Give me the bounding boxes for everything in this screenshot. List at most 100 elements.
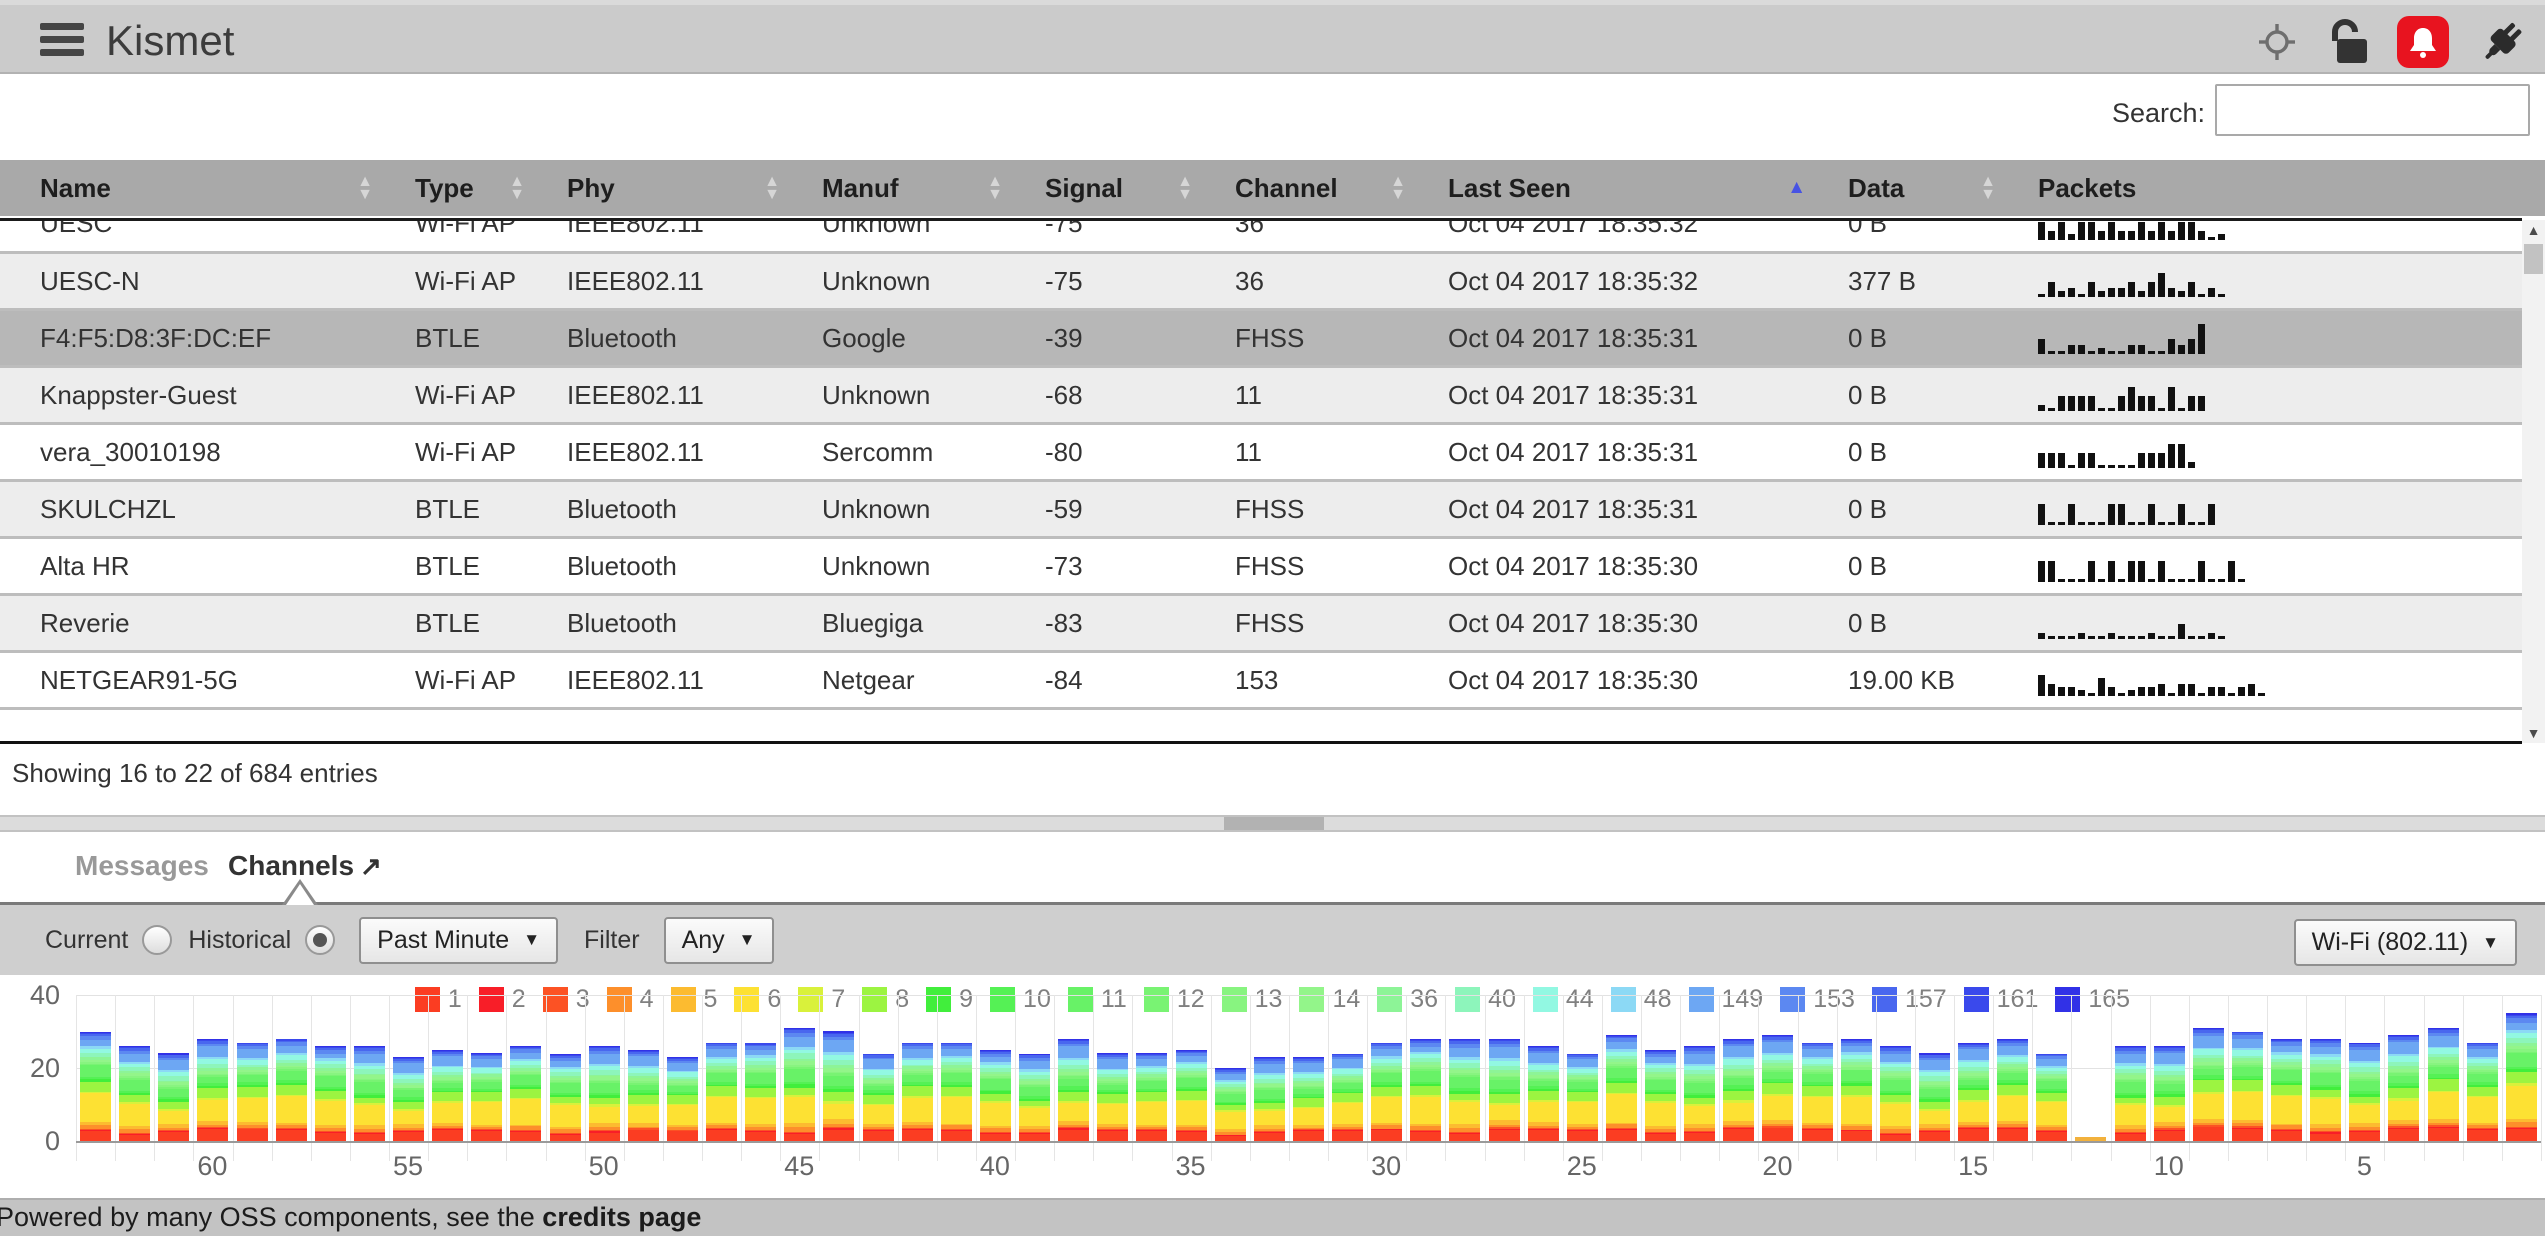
expand-icon[interactable]: ↗ (360, 851, 382, 881)
device-row-uesc-n[interactable]: UESC-NWi-Fi APIEEE802.11Unknown-7536Oct … (0, 254, 2522, 311)
stacked-bar-50s[interactable] (589, 1046, 620, 1141)
stacked-bar-60s[interactable] (197, 1039, 228, 1141)
stacked-bar-31s[interactable] (1332, 1054, 1363, 1141)
stacked-bar-54s[interactable] (432, 1050, 463, 1141)
time-range-select[interactable]: Past Minute▼ (359, 917, 558, 964)
device-row-f4-f5-d8-3f-dc-ef[interactable]: F4:F5:D8:3F:DC:EFBTLEBluetoothGoogle-39F… (0, 311, 2522, 368)
sort-icon[interactable]: ▲▼ (1177, 175, 1193, 201)
column-header-signal[interactable]: Signal▲▼ (1045, 173, 1235, 204)
stacked-bar-11s[interactable] (2115, 1046, 2146, 1141)
stacked-bar-33s[interactable] (1254, 1057, 1285, 1141)
stacked-bar-21s[interactable] (1723, 1039, 1754, 1141)
stacked-bar-29s[interactable] (1410, 1039, 1441, 1141)
scroll-down-icon[interactable]: ▼ (2522, 725, 2545, 741)
sort-icon[interactable]: ▲▼ (764, 175, 780, 201)
stacked-bar-61s[interactable] (158, 1053, 189, 1141)
stacked-bar-2s[interactable] (2467, 1043, 2498, 1141)
stacked-bar-14s[interactable] (1997, 1039, 2028, 1141)
stacked-bar-48s[interactable] (667, 1057, 698, 1141)
stacked-bar-17s[interactable] (1880, 1046, 1911, 1141)
stacked-bar-7s[interactable] (2271, 1039, 2302, 1141)
device-row-skulchzl[interactable]: SKULCHZLBTLEBluetoothUnknown-59FHSSOct 0… (0, 482, 2522, 539)
stacked-bar-27s[interactable] (1489, 1039, 1520, 1141)
stacked-bar-63s[interactable] (80, 1032, 111, 1141)
stacked-bar-4s[interactable] (2388, 1035, 2419, 1141)
stacked-bar-55s[interactable] (393, 1057, 424, 1141)
stacked-bar-51s[interactable] (550, 1054, 581, 1141)
device-row-uesc[interactable]: UESCWi-Fi APIEEE802.11Unknown-7536Oct 04… (0, 221, 2522, 254)
sort-icon[interactable]: ▲▼ (987, 175, 1003, 201)
stacked-bar-22s[interactable] (1684, 1046, 1715, 1141)
sort-icon[interactable]: ▲▼ (1980, 175, 1996, 201)
stacked-bar-5s[interactable] (2349, 1043, 2380, 1141)
stacked-bar-44s[interactable] (823, 1031, 854, 1141)
sort-icon[interactable]: ▲▼ (509, 175, 525, 201)
stacked-bar-49s[interactable] (628, 1050, 659, 1141)
filter-select[interactable]: Any▼ (664, 917, 774, 964)
stacked-bar-24s[interactable] (1606, 1035, 1637, 1141)
stacked-bar-6s[interactable] (2310, 1039, 2341, 1141)
column-header-name[interactable]: Name▲▼ (40, 173, 415, 204)
gps-icon[interactable] (2255, 20, 2299, 64)
stacked-bar-25s[interactable] (1567, 1054, 1598, 1141)
stacked-bar-9s[interactable] (2193, 1028, 2224, 1141)
stacked-bar-46s[interactable] (745, 1043, 776, 1141)
search-input[interactable] (2215, 84, 2530, 136)
table-scrollbar[interactable]: ▲ ▼ (2522, 220, 2545, 743)
stacked-bar-23s[interactable] (1645, 1050, 1676, 1141)
stacked-bar-39s[interactable] (1019, 1054, 1050, 1141)
tab-channels[interactable]: Channels↗ (228, 850, 382, 882)
column-header-last-seen[interactable]: Last Seen▲ (1448, 173, 1848, 204)
sort-icon[interactable]: ▲▼ (357, 175, 373, 201)
panel-resize-handle[interactable] (0, 815, 2545, 832)
scroll-thumb[interactable] (2524, 244, 2543, 274)
stacked-bar-56s[interactable] (354, 1046, 385, 1141)
stacked-bar-58s[interactable] (276, 1039, 307, 1141)
column-header-data[interactable]: Data▲▼ (1848, 173, 2038, 204)
device-row-alta-hr[interactable]: Alta HRBTLEBluetoothUnknown-73FHSSOct 04… (0, 539, 2522, 596)
stacked-bar-3s[interactable] (2428, 1028, 2459, 1141)
credits-link[interactable]: credits page (542, 1202, 701, 1232)
stacked-bar-13s[interactable] (2036, 1054, 2067, 1141)
column-header-manuf[interactable]: Manuf▲▼ (822, 173, 1045, 204)
stacked-bar-42s[interactable] (902, 1043, 933, 1141)
column-header-packets[interactable]: Packets (2038, 173, 2522, 204)
lock-open-icon[interactable] (2325, 17, 2371, 67)
stacked-bar-1s[interactable] (2506, 1013, 2537, 1141)
stacked-bar-10s[interactable] (2154, 1046, 2185, 1141)
column-header-channel[interactable]: Channel▲▼ (1235, 173, 1448, 204)
stacked-bar-26s[interactable] (1528, 1046, 1559, 1141)
stacked-bar-59s[interactable] (237, 1043, 268, 1141)
stacked-bar-12s[interactable] (2075, 1137, 2106, 1141)
stacked-bar-37s[interactable] (1097, 1053, 1128, 1141)
phy-select[interactable]: Wi-Fi (802.11)▼ (2294, 919, 2517, 966)
sort-icon[interactable]: ▲▼ (1390, 175, 1406, 201)
stacked-bar-41s[interactable] (941, 1043, 972, 1141)
stacked-bar-8s[interactable] (2232, 1032, 2263, 1141)
current-radio[interactable] (142, 925, 172, 955)
column-header-type[interactable]: Type▲▼ (415, 173, 567, 204)
stacked-bar-20s[interactable] (1762, 1035, 1793, 1141)
stacked-bar-19s[interactable] (1802, 1043, 1833, 1141)
sort-asc-icon[interactable]: ▲ (1787, 177, 1806, 199)
stacked-bar-36s[interactable] (1136, 1053, 1167, 1141)
plug-icon[interactable] (2475, 16, 2527, 68)
stacked-bar-57s[interactable] (315, 1046, 346, 1141)
column-header-phy[interactable]: Phy▲▼ (567, 173, 822, 204)
stacked-bar-53s[interactable] (471, 1053, 502, 1141)
stacked-bar-34s[interactable] (1215, 1068, 1246, 1141)
stacked-bar-38s[interactable] (1058, 1039, 1089, 1141)
stacked-bar-45s[interactable] (784, 1028, 815, 1141)
stacked-bar-62s[interactable] (119, 1046, 150, 1141)
alerts-bell-icon[interactable] (2397, 16, 2449, 68)
device-row-vera-30010198[interactable]: vera_30010198Wi-Fi APIEEE802.11Sercomm-8… (0, 425, 2522, 482)
stacked-bar-47s[interactable] (706, 1043, 737, 1141)
stacked-bar-18s[interactable] (1841, 1039, 1872, 1141)
stacked-bar-43s[interactable] (863, 1054, 894, 1141)
stacked-bar-16s[interactable] (1919, 1053, 1950, 1141)
stacked-bar-52s[interactable] (510, 1046, 541, 1141)
stacked-bar-30s[interactable] (1371, 1043, 1402, 1141)
stacked-bar-28s[interactable] (1449, 1039, 1480, 1141)
stacked-bar-40s[interactable] (980, 1050, 1011, 1141)
stacked-bar-32s[interactable] (1293, 1057, 1324, 1141)
